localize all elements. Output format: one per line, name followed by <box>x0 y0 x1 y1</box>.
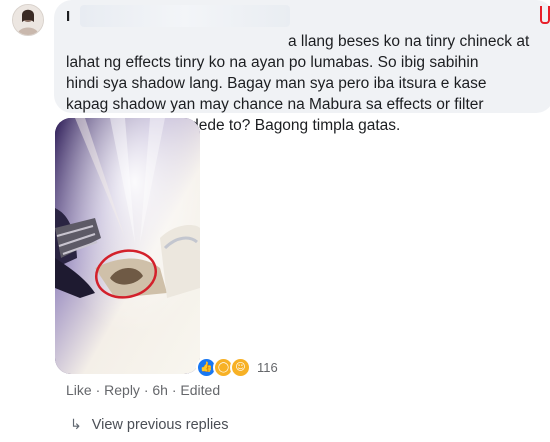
view-previous-replies[interactable]: ↳ View previous replies <box>70 416 228 433</box>
timestamp-link[interactable]: 6h <box>152 382 168 398</box>
comment-photo[interactable] <box>55 118 200 374</box>
photo-image <box>55 118 200 374</box>
avatar[interactable] <box>12 4 44 36</box>
haha-icon: ☺ <box>230 356 251 378</box>
reply-link[interactable]: Reply <box>104 382 140 398</box>
separator: · <box>91 382 105 398</box>
red-annotation-mark <box>540 6 550 24</box>
edited-link[interactable]: Edited <box>180 382 220 398</box>
separator: · <box>167 382 181 398</box>
view-previous-replies-label[interactable]: View previous replies <box>92 417 229 433</box>
comment-actions: Like · Reply · 6h · Edited <box>66 382 220 398</box>
separator: · <box>139 382 153 398</box>
avatar-image <box>13 5 43 35</box>
reaction-count: 116 <box>257 359 278 375</box>
reply-arrow-icon: ↳ <box>70 416 82 432</box>
reaction-summary[interactable]: 👍 ◯ ☺ 116 <box>196 355 278 379</box>
like-link[interactable]: Like <box>66 382 92 398</box>
